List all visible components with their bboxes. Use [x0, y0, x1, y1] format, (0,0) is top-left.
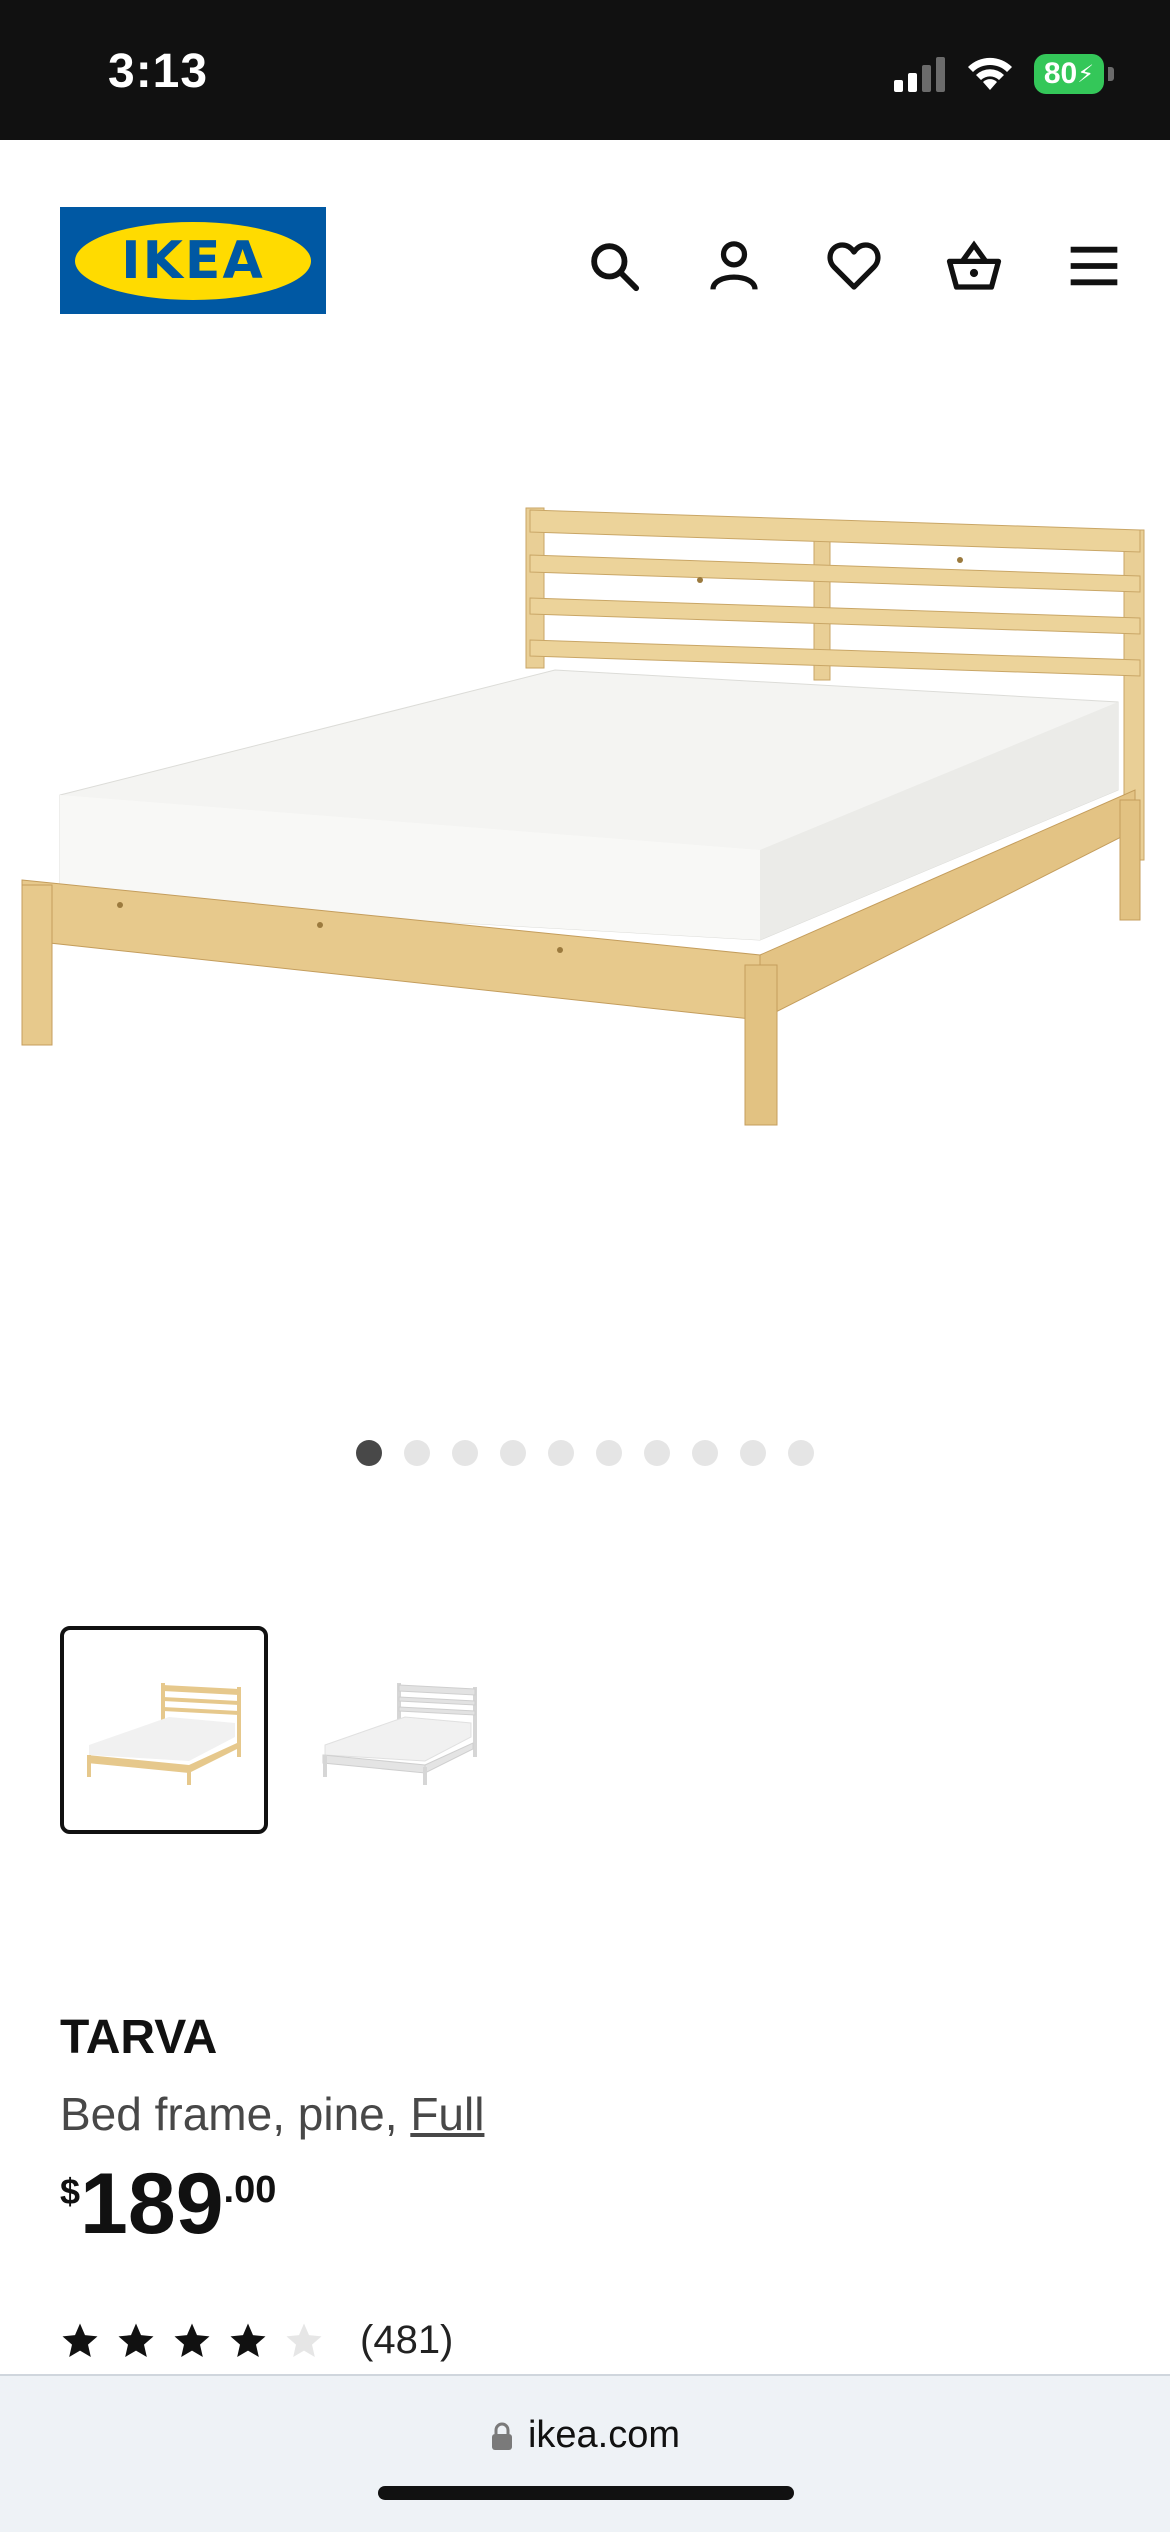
carousel-dot[interactable]	[596, 1440, 622, 1466]
star-icon	[286, 2323, 322, 2357]
carousel-dot[interactable]	[452, 1440, 478, 1466]
cart-button[interactable]	[938, 230, 1010, 302]
heart-icon	[827, 242, 881, 290]
header-icons	[578, 230, 1130, 302]
signal-icon	[894, 57, 945, 92]
carousel-dots[interactable]	[0, 1440, 1170, 1472]
carousel-dot[interactable]	[644, 1440, 670, 1466]
star-icon	[118, 2323, 154, 2357]
bed-white-thumbnail	[322, 1683, 477, 1785]
bed-pine-thumbnail	[87, 1683, 241, 1785]
carousel-dot[interactable]	[356, 1440, 382, 1466]
search-icon	[591, 243, 640, 292]
status-bar: 3:13 80 ⚡	[0, 0, 1170, 140]
variant-selector	[60, 1626, 504, 1834]
product-price: $ 189 .00	[60, 2161, 1110, 2247]
status-time: 3:13	[108, 45, 209, 98]
product-rating[interactable]: (481)	[60, 2318, 453, 2363]
product-name: TARVA	[60, 2011, 218, 2064]
account-icon	[710, 241, 758, 291]
carousel-dot[interactable]	[788, 1440, 814, 1466]
home-indicator[interactable]	[378, 2486, 794, 2500]
wifi-icon	[968, 57, 1012, 90]
favorites-button[interactable]	[818, 230, 890, 302]
size-link[interactable]: Full	[410, 2088, 484, 2140]
account-button[interactable]	[698, 230, 770, 302]
search-button[interactable]	[578, 230, 650, 302]
carousel-dot[interactable]	[500, 1440, 526, 1466]
logo-oval: IKEA	[75, 221, 311, 300]
cart-icon	[946, 240, 1002, 290]
star-icon	[62, 2323, 98, 2357]
price-decimal: .00	[223, 2169, 277, 2211]
variant-pine[interactable]	[60, 1626, 268, 1834]
rating-count[interactable]: (481)	[360, 2318, 453, 2363]
carousel-dot[interactable]	[740, 1440, 766, 1466]
star-icon	[230, 2323, 266, 2357]
lock-icon	[491, 2422, 512, 2450]
carousel-dot[interactable]	[404, 1440, 430, 1466]
status-icons: 80 ⚡	[894, 50, 1114, 98]
bed-frame-image	[21, 507, 1145, 1126]
carousel-dot[interactable]	[692, 1440, 718, 1466]
menu-button[interactable]	[1058, 230, 1130, 302]
star-icon	[174, 2323, 210, 2357]
product-description: Bed frame, pine, Full	[60, 2087, 1110, 2141]
logo-text: IKEA	[121, 230, 265, 291]
url-text: ikea.com	[527, 2414, 681, 2456]
menu-icon	[1070, 246, 1118, 286]
product-image[interactable]	[0, 380, 1170, 1380]
product-description-text: Bed frame, pine,	[60, 2088, 398, 2140]
ikea-logo[interactable]: IKEA	[60, 207, 326, 314]
browser-address-bar[interactable]: ikea.com	[0, 2374, 1170, 2532]
product-info: TARVA Bed frame, pine, Full $ 189 .00	[60, 2010, 1110, 2247]
battery-tip	[1108, 67, 1114, 81]
battery-level: 80	[1043, 57, 1078, 90]
price-integer: 189	[80, 2156, 224, 2252]
site-header: IKEA	[0, 140, 1170, 380]
variant-white[interactable]	[296, 1626, 504, 1834]
price-currency: $	[60, 2171, 81, 2212]
carousel-dot[interactable]	[548, 1440, 574, 1466]
url-display[interactable]: ikea.com	[0, 2414, 1170, 2457]
battery-charging-icon: 80 ⚡	[1034, 54, 1104, 94]
